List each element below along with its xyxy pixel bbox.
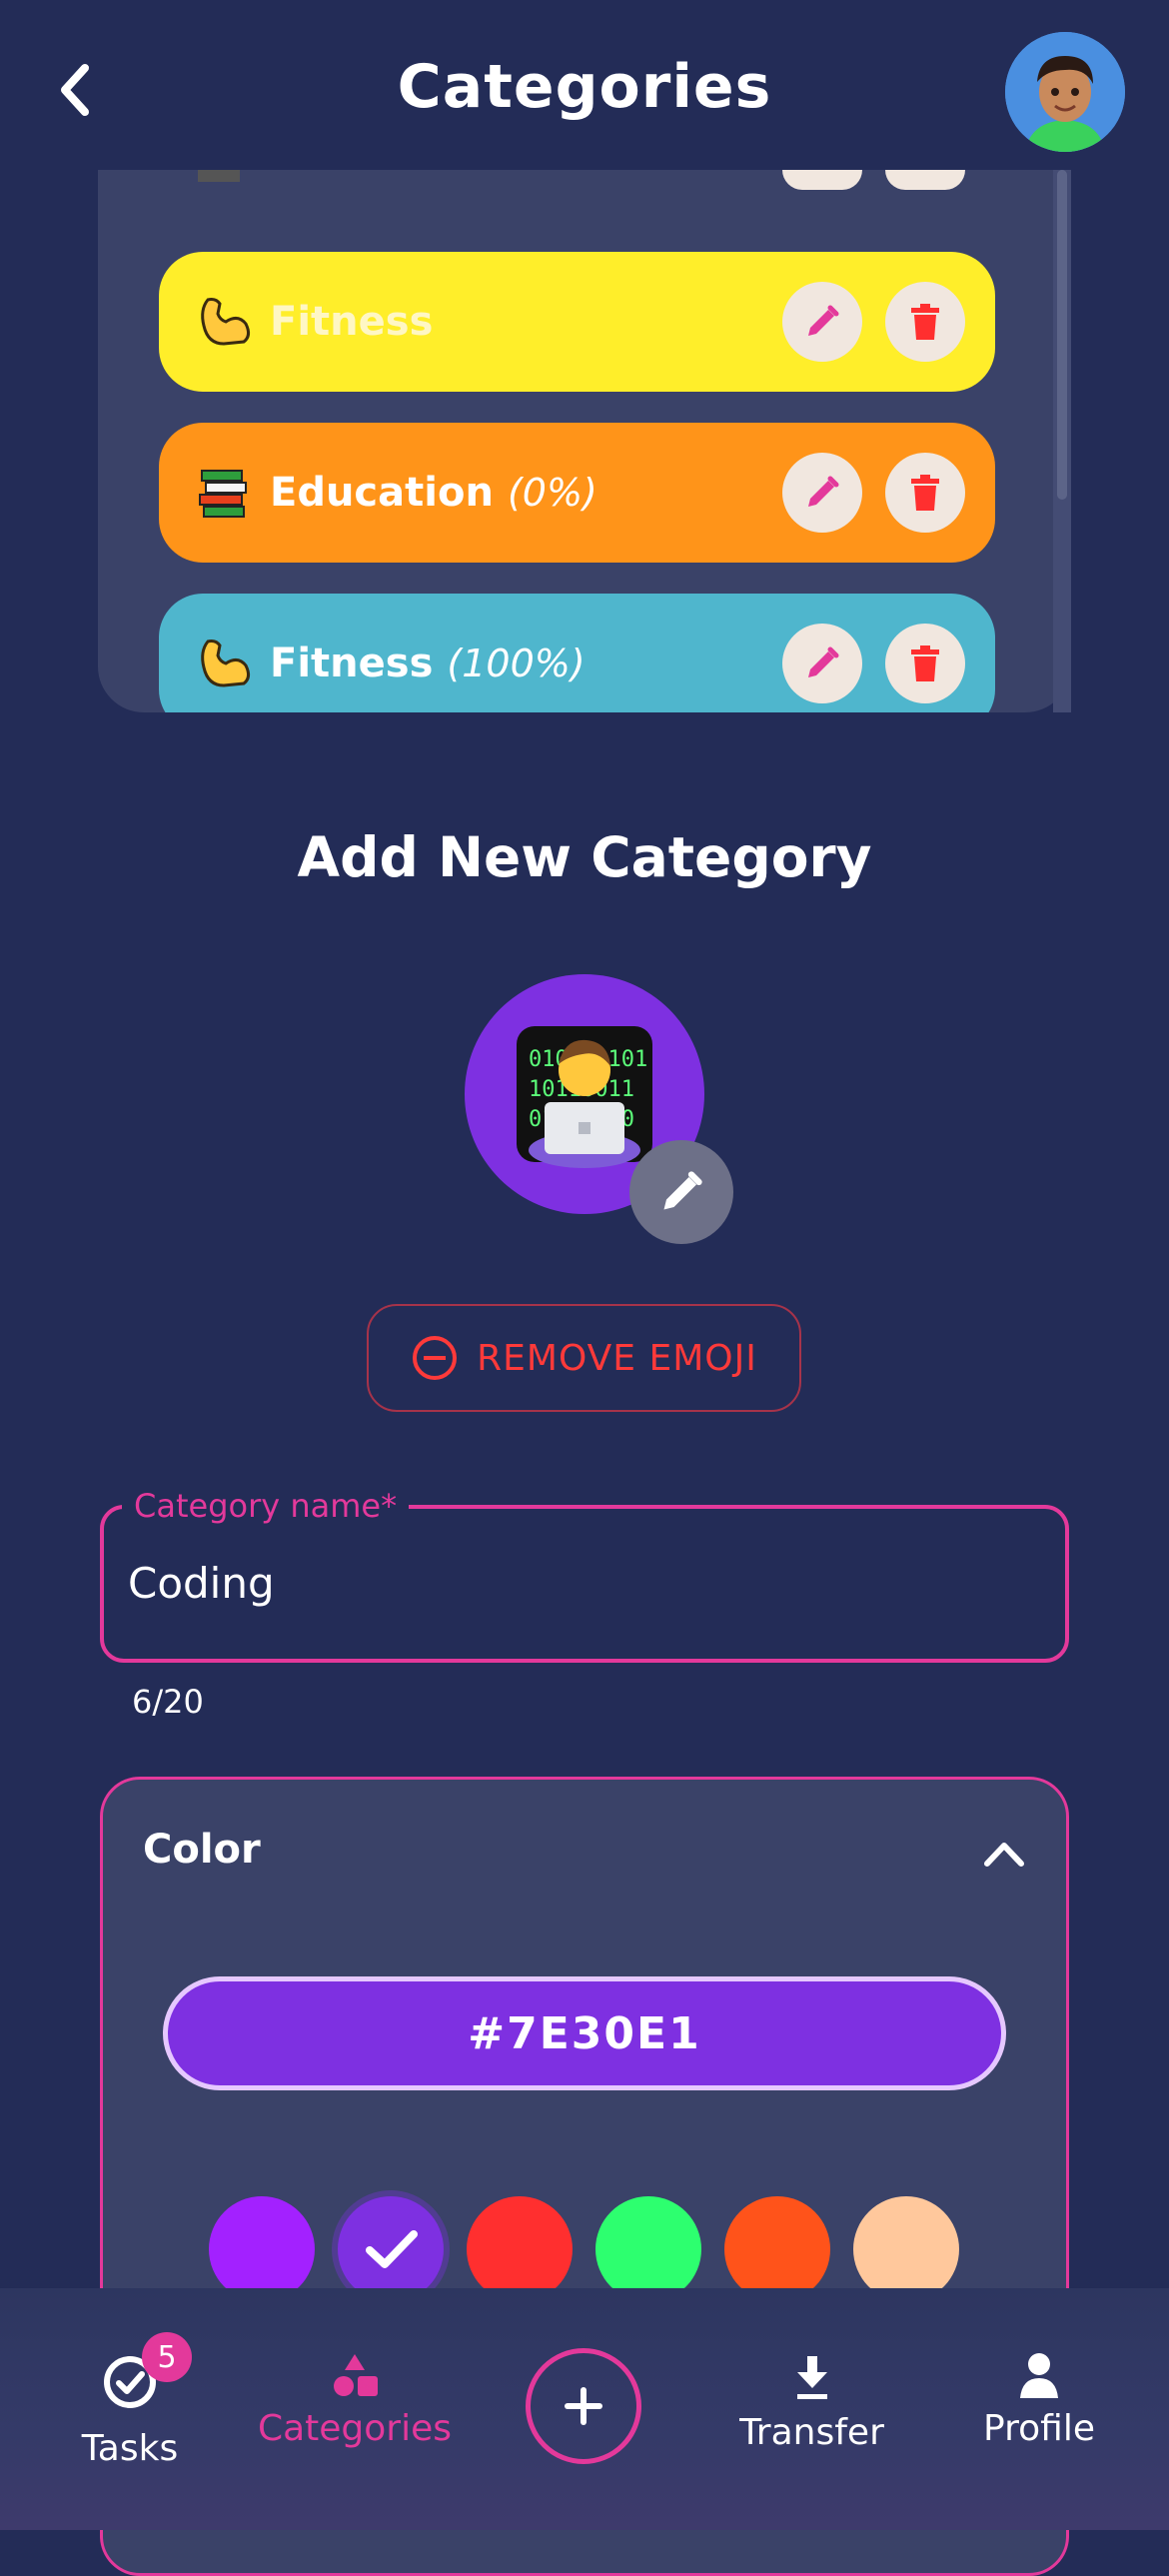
shapes-icon xyxy=(334,2354,378,2396)
color-swatch[interactable] xyxy=(209,2196,315,2302)
nav-profile[interactable]: Profile xyxy=(969,2338,1109,2449)
nav-transfer[interactable]: Transfer xyxy=(729,2338,894,2453)
category-row-clip: Fitness (100%) xyxy=(159,594,995,712)
color-swatch[interactable] xyxy=(467,2196,573,2302)
flexed-biceps-icon xyxy=(194,634,254,693)
pencil-icon xyxy=(808,305,839,336)
pencil-icon xyxy=(808,646,839,677)
edit-category-button[interactable] xyxy=(782,282,862,362)
app-header: Categories xyxy=(0,0,1169,170)
edit-emoji-button[interactable] xyxy=(629,1140,733,1244)
nav-tasks-label: Tasks xyxy=(81,2428,179,2469)
trash-icon xyxy=(911,645,939,681)
delete-button-partial[interactable] xyxy=(885,170,965,190)
scrollbar-thumb[interactable] xyxy=(1057,170,1067,500)
category-name: Fitness xyxy=(270,641,434,686)
trash-icon xyxy=(911,475,939,511)
nav-profile-label: Profile xyxy=(983,2408,1095,2449)
selected-color-hex-button[interactable]: #7E30E1 xyxy=(163,1976,1006,2090)
category-row[interactable]: Fitness (100%) xyxy=(159,594,995,712)
checkmark-icon xyxy=(366,2230,418,2268)
profile-avatar[interactable] xyxy=(1005,32,1125,152)
add-task-button[interactable] xyxy=(526,2348,641,2464)
character-counter: 6/20 xyxy=(132,1683,204,1721)
plus-icon xyxy=(565,2387,602,2425)
remove-emoji-label: REMOVE EMOJI xyxy=(477,1337,757,1379)
person-icon xyxy=(1020,2353,1058,2398)
minus-circle-icon xyxy=(413,1336,458,1380)
delete-category-button[interactable] xyxy=(885,624,965,703)
category-row[interactable]: Education (0%) xyxy=(159,423,995,563)
tasks-count-badge: 5 xyxy=(142,2332,192,2382)
delete-category-button[interactable] xyxy=(885,453,965,533)
category-row[interactable]: Fitness xyxy=(159,252,995,392)
category-name: Fitness xyxy=(270,299,434,345)
category-emoji-partial xyxy=(198,170,240,182)
person-avatar-icon xyxy=(1005,32,1125,152)
pencil-icon xyxy=(808,476,839,507)
chevron-up-icon[interactable] xyxy=(979,1834,1029,1874)
color-swatch[interactable] xyxy=(724,2196,830,2302)
category-name: Education xyxy=(270,470,494,516)
edit-category-button[interactable] xyxy=(782,624,862,703)
category-name-label: Category name* xyxy=(122,1487,410,1525)
nav-categories-label: Categories xyxy=(257,2408,453,2449)
color-swatch[interactable] xyxy=(595,2196,701,2302)
remove-emoji-button[interactable]: REMOVE EMOJI xyxy=(367,1304,801,1412)
color-section-label[interactable]: Color xyxy=(143,1827,261,1873)
color-swatch-selected[interactable] xyxy=(338,2196,444,2302)
edit-button-partial[interactable] xyxy=(782,170,862,190)
edit-category-button[interactable] xyxy=(782,453,862,533)
color-swatch[interactable] xyxy=(853,2196,959,2302)
flexed-biceps-icon xyxy=(194,292,254,352)
nav-categories[interactable]: Categories xyxy=(250,2338,460,2449)
category-percent: (0%) xyxy=(507,471,597,515)
trash-icon xyxy=(911,304,939,340)
page-title: Categories xyxy=(397,52,772,122)
category-name-input-value[interactable]: Coding xyxy=(128,1559,275,1608)
books-icon xyxy=(194,463,254,523)
nav-transfer-label: Transfer xyxy=(739,2412,884,2453)
pencil-icon xyxy=(663,1171,702,1210)
category-percent: (100%) xyxy=(447,642,585,685)
add-category-title: Add New Category xyxy=(297,825,872,889)
download-icon xyxy=(796,2356,827,2399)
delete-category-button[interactable] xyxy=(885,282,965,362)
